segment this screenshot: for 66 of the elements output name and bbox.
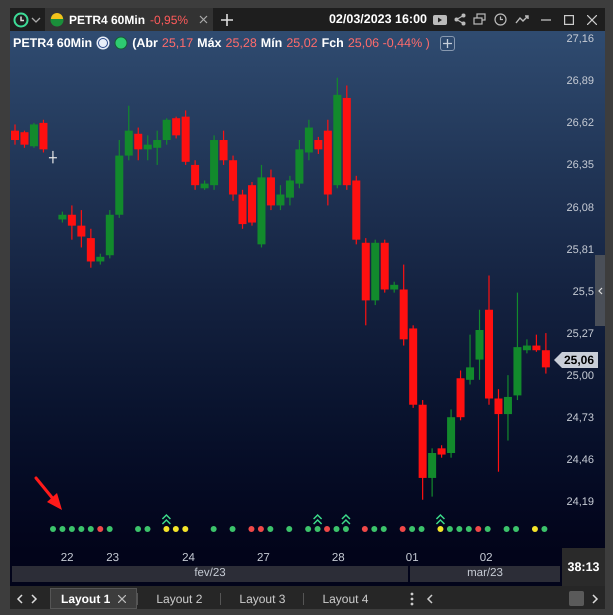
exchange-icon xyxy=(96,36,110,50)
date-tick: 02 xyxy=(480,551,493,566)
add-tab-icon[interactable] xyxy=(221,14,234,26)
price-tick: 26,08 xyxy=(566,202,594,214)
chart-symbol: PETR4 60Min xyxy=(13,35,92,52)
datetime: 02/03/2023 16:00 xyxy=(328,11,427,28)
price-tick: 24,19 xyxy=(566,496,594,508)
date-tick: 24 xyxy=(182,551,195,566)
month-label: mar/23 xyxy=(410,566,560,582)
countdown-timer: 38:13 xyxy=(568,558,600,576)
ohlc-label: Mín xyxy=(260,35,282,52)
close-icon[interactable] xyxy=(199,15,208,24)
close-icon[interactable] xyxy=(118,594,126,602)
layout-tab[interactable]: Layout 3 xyxy=(221,588,304,609)
month-label: fev/23 xyxy=(12,566,408,582)
close-icon[interactable] xyxy=(587,14,597,24)
windows-icon[interactable] xyxy=(473,13,487,26)
price-tag: 25,06 xyxy=(554,352,598,368)
date-tick: 27 xyxy=(256,551,270,566)
clock-icon[interactable] xyxy=(494,13,508,26)
layout-tab[interactable]: Layout 1 xyxy=(50,588,138,609)
ohlc-label: Máx xyxy=(197,35,222,52)
date-tick: 01 xyxy=(406,551,419,566)
price-tick: 27,16 xyxy=(566,34,594,46)
price-tick: 24,46 xyxy=(566,454,594,466)
video-icon[interactable] xyxy=(433,14,447,26)
logo-icon xyxy=(50,12,64,26)
price-tick: 25,00 xyxy=(566,370,594,382)
ohlc-label: Fch xyxy=(322,35,344,52)
price-tick: 25,81 xyxy=(566,244,594,256)
scroll-thumb[interactable] xyxy=(569,591,584,606)
price-tick: 25,27 xyxy=(566,328,594,340)
tab-change: -0,95% xyxy=(150,12,188,28)
price-tick: 26,35 xyxy=(566,160,594,172)
caret-icon[interactable] xyxy=(31,16,41,24)
date-tick: 28 xyxy=(332,551,345,566)
ohlc-value: 25,06 -0,44% ) xyxy=(348,35,430,52)
trend-icon[interactable] xyxy=(515,14,530,25)
tab-title: PETR4 60Min xyxy=(69,12,146,28)
layout-tab[interactable]: Layout 2 xyxy=(138,588,220,609)
annotation-arrow xyxy=(34,476,62,510)
chevron-right-icon[interactable] xyxy=(592,594,599,604)
date-tick: 22 xyxy=(60,551,74,566)
chevron-left-icon xyxy=(598,286,602,294)
collapse-handle[interactable] xyxy=(595,255,605,326)
ohlc-value: 25,28 xyxy=(226,35,257,52)
ohlc-value: 25,17 xyxy=(162,35,194,52)
chevron-left-icon[interactable] xyxy=(426,594,434,604)
chart-tab[interactable]: PETR4 60Min -0,95% xyxy=(45,8,214,31)
ohlc-value: 25,02 xyxy=(286,35,318,52)
share-icon[interactable] xyxy=(454,13,466,26)
maximize-icon[interactable] xyxy=(564,14,574,24)
price-tick: 26,62 xyxy=(566,118,594,130)
more-icon[interactable] xyxy=(410,592,414,606)
chevron-right-icon[interactable] xyxy=(31,594,38,604)
ohlc-label: (Abr xyxy=(132,35,158,52)
plus-icon xyxy=(442,38,452,48)
price-tick: 25,5 xyxy=(572,286,594,298)
status-dot-icon xyxy=(114,36,128,50)
chevron-left-icon[interactable] xyxy=(16,594,23,604)
price-tick: 24,73 xyxy=(566,412,594,424)
date-tick: 23 xyxy=(106,551,120,566)
layout-tab[interactable]: Layout 4 xyxy=(304,588,386,609)
price-tick: 26,89 xyxy=(566,76,594,88)
clock-icon[interactable] xyxy=(13,12,29,28)
add-indicator-button[interactable] xyxy=(440,36,455,51)
